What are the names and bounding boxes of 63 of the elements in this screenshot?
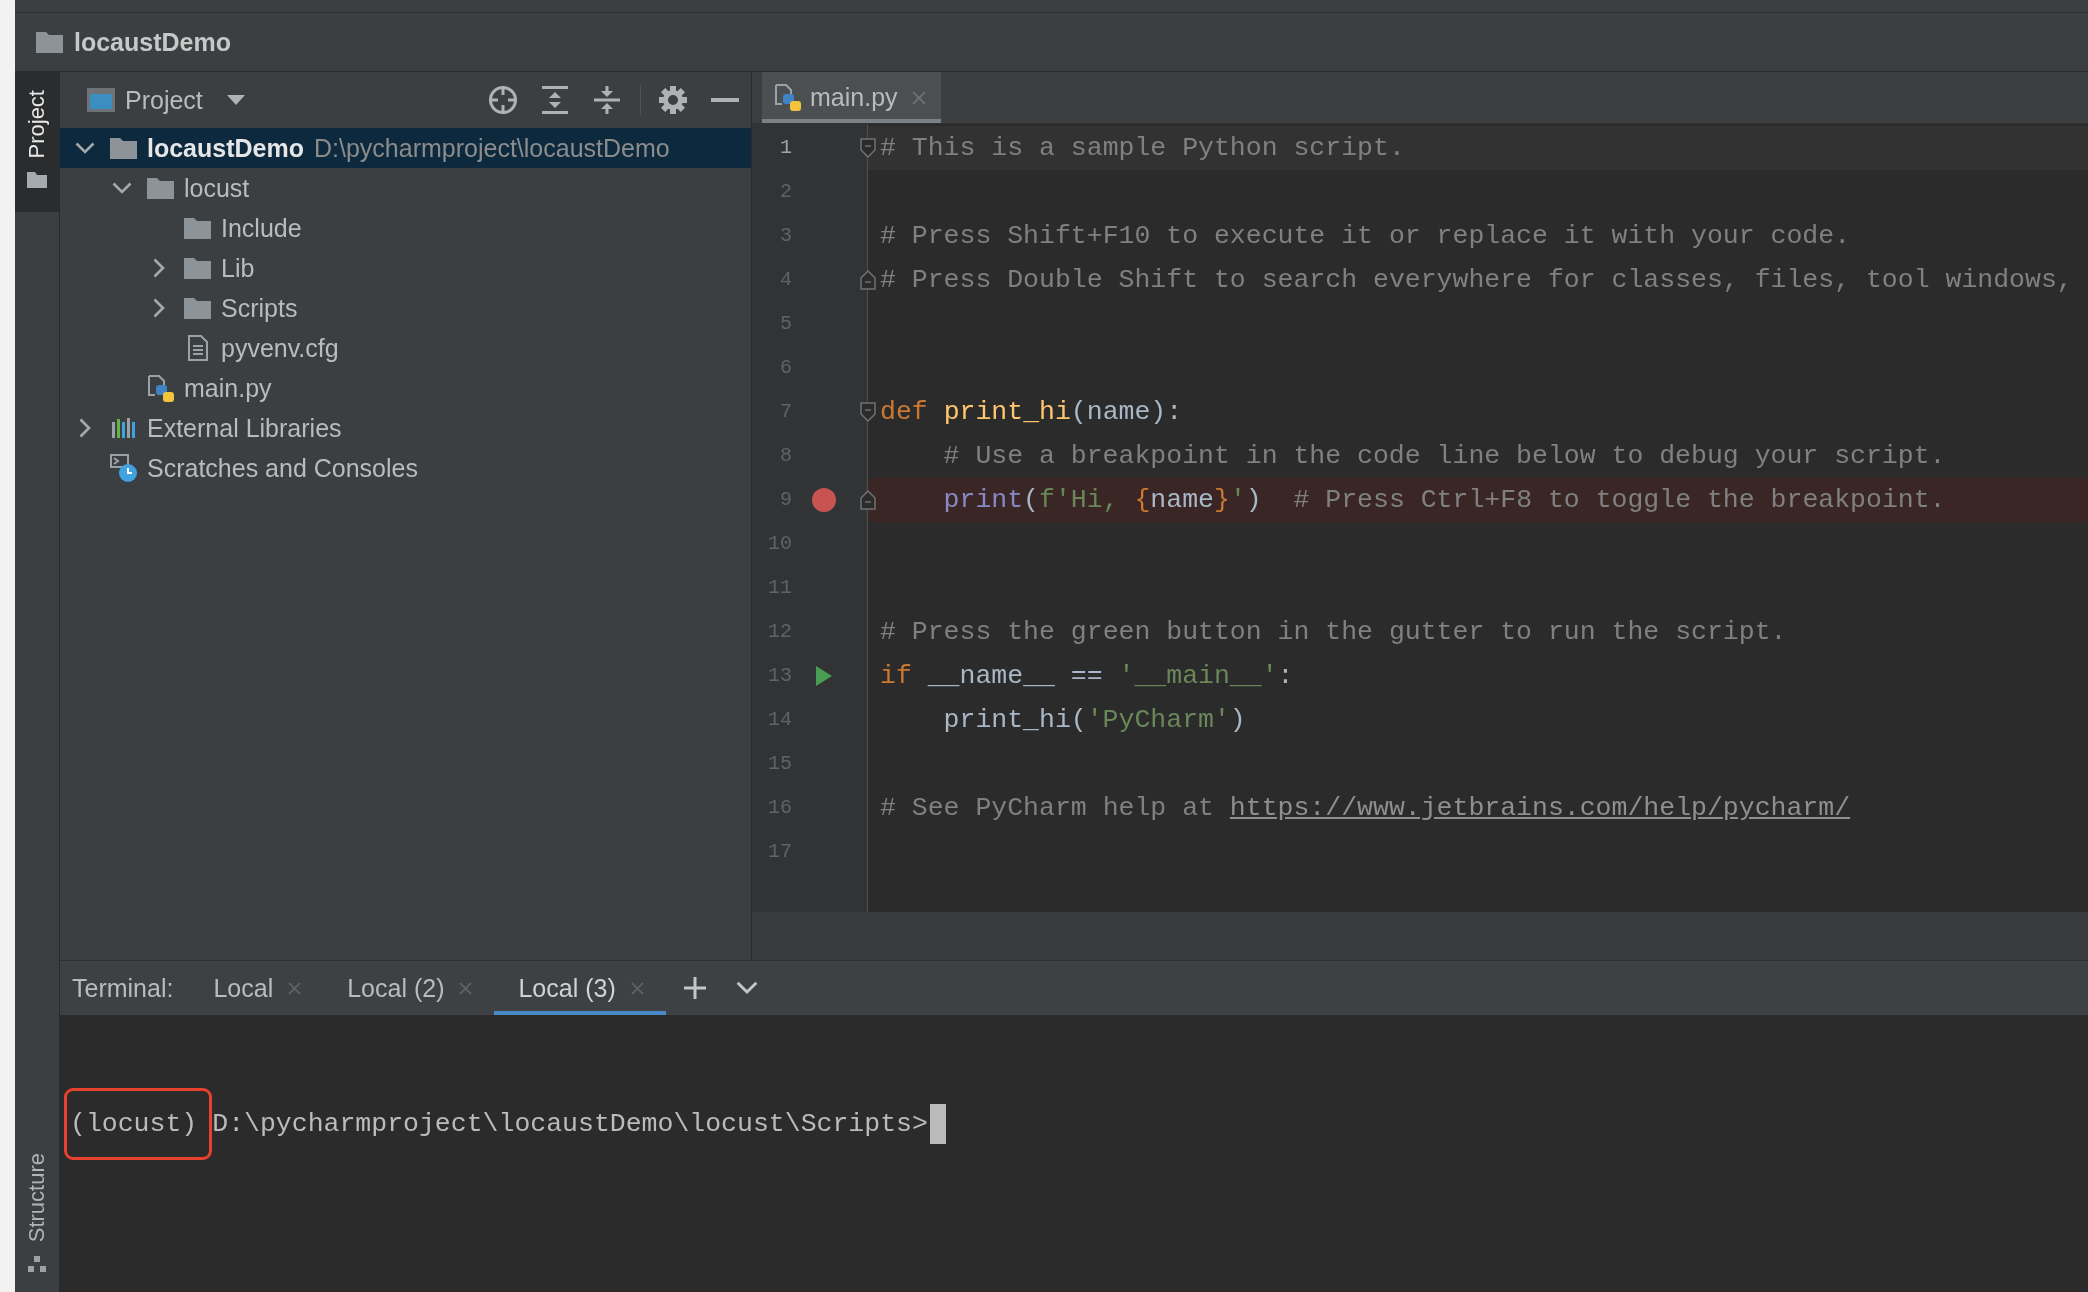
window-icon	[87, 88, 115, 112]
terminal-tab[interactable]: Local	[189, 961, 324, 1015]
tool-window-tab[interactable]: Project	[15, 72, 59, 213]
tree-row[interactable]: locust	[60, 168, 751, 208]
code-line: def print_hi(name):	[880, 396, 1183, 428]
code-line: # Use a breakpoint in the code line below to debug your script.	[943, 440, 1946, 472]
folder-icon	[147, 177, 174, 199]
code-line: # See PyCharm help at https://www.jetbrains.com/help/pycharm/	[880, 792, 1851, 824]
gear-icon	[659, 86, 687, 114]
folder-icon	[110, 137, 137, 159]
plus-icon	[683, 977, 706, 999]
file-icon	[775, 84, 801, 111]
fold-marker-icon[interactable]	[860, 138, 876, 158]
collapse-arrows-icon	[594, 86, 620, 114]
crosshair-icon	[489, 86, 517, 114]
folder-icon	[27, 172, 47, 189]
tree-row[interactable]: locaustDemo D:\pycharmproject\locaustDemo	[60, 128, 751, 168]
play-icon[interactable]	[816, 666, 832, 686]
code-line: print_hi('PyCharm')	[943, 704, 1246, 736]
breakpoint-icon[interactable]	[812, 488, 836, 512]
prompt-env: (locust)	[70, 1108, 198, 1141]
close-icon	[288, 981, 302, 995]
code-line: # This is a sample Python script.	[880, 132, 1405, 164]
file-icon	[147, 374, 174, 402]
folder-icon	[184, 217, 211, 239]
editor-tab[interactable]: main.py	[762, 72, 941, 123]
tree-row[interactable]: Scripts	[60, 288, 751, 328]
terminal-tab[interactable]: Local (2)	[323, 961, 495, 1015]
code-line: # Press Double Shift to search everywhere for classes, files, tool windows,	[880, 264, 2073, 296]
bars-icon	[112, 418, 135, 438]
tree-row[interactable]: main.py	[60, 368, 751, 408]
code-line: # Press Shift+F10 to execute it or replace it with your code.	[880, 220, 1851, 252]
folder-icon	[184, 297, 211, 319]
prompt-path: D:\pycharmproject\locaustDemo\locust\Scripts>	[212, 1108, 928, 1141]
code-line: print(f'Hi, {name}') # Press Ctrl+F8 to toggle the breakpoint.	[943, 484, 1946, 516]
caret-icon	[226, 95, 245, 105]
expand-arrows-icon	[542, 86, 568, 114]
chevron-down-icon	[735, 981, 758, 995]
tree-row[interactable]: External Libraries	[60, 408, 751, 448]
fold-marker-icon[interactable]	[860, 490, 876, 510]
document-icon	[187, 335, 208, 361]
close-icon	[630, 981, 644, 995]
tree-row[interactable]: Include	[60, 208, 751, 248]
folder-icon	[184, 257, 211, 279]
code-line: # Press the green button in the gutter to run the script.	[880, 616, 1787, 648]
close-icon	[459, 981, 473, 995]
tree-row[interactable]: Lib	[60, 248, 751, 288]
fold-marker-icon[interactable]	[860, 270, 876, 290]
fold-marker-icon[interactable]	[860, 402, 876, 422]
link[interactable]: https://www.jetbrains.com/help/pycharm/	[1229, 793, 1851, 823]
code-line: if __name__ == '__main__':	[880, 660, 1294, 692]
blocks-icon	[28, 1256, 46, 1272]
panel-title: Terminal:	[72, 973, 174, 1003]
project-name: locaustDemo	[74, 27, 231, 57]
minus-icon	[711, 98, 739, 102]
tree-row[interactable]: Scratches and Consoles	[60, 448, 751, 488]
view-selector[interactable]: Project	[87, 85, 245, 115]
console-clock-icon	[110, 454, 137, 482]
folder-icon	[36, 31, 63, 53]
tree-row[interactable]: pyvenv.cfg	[60, 328, 751, 368]
tool-window-tab[interactable]: Structure	[15, 1152, 59, 1292]
close-icon	[911, 90, 926, 105]
line-number: 1	[779, 136, 792, 160]
